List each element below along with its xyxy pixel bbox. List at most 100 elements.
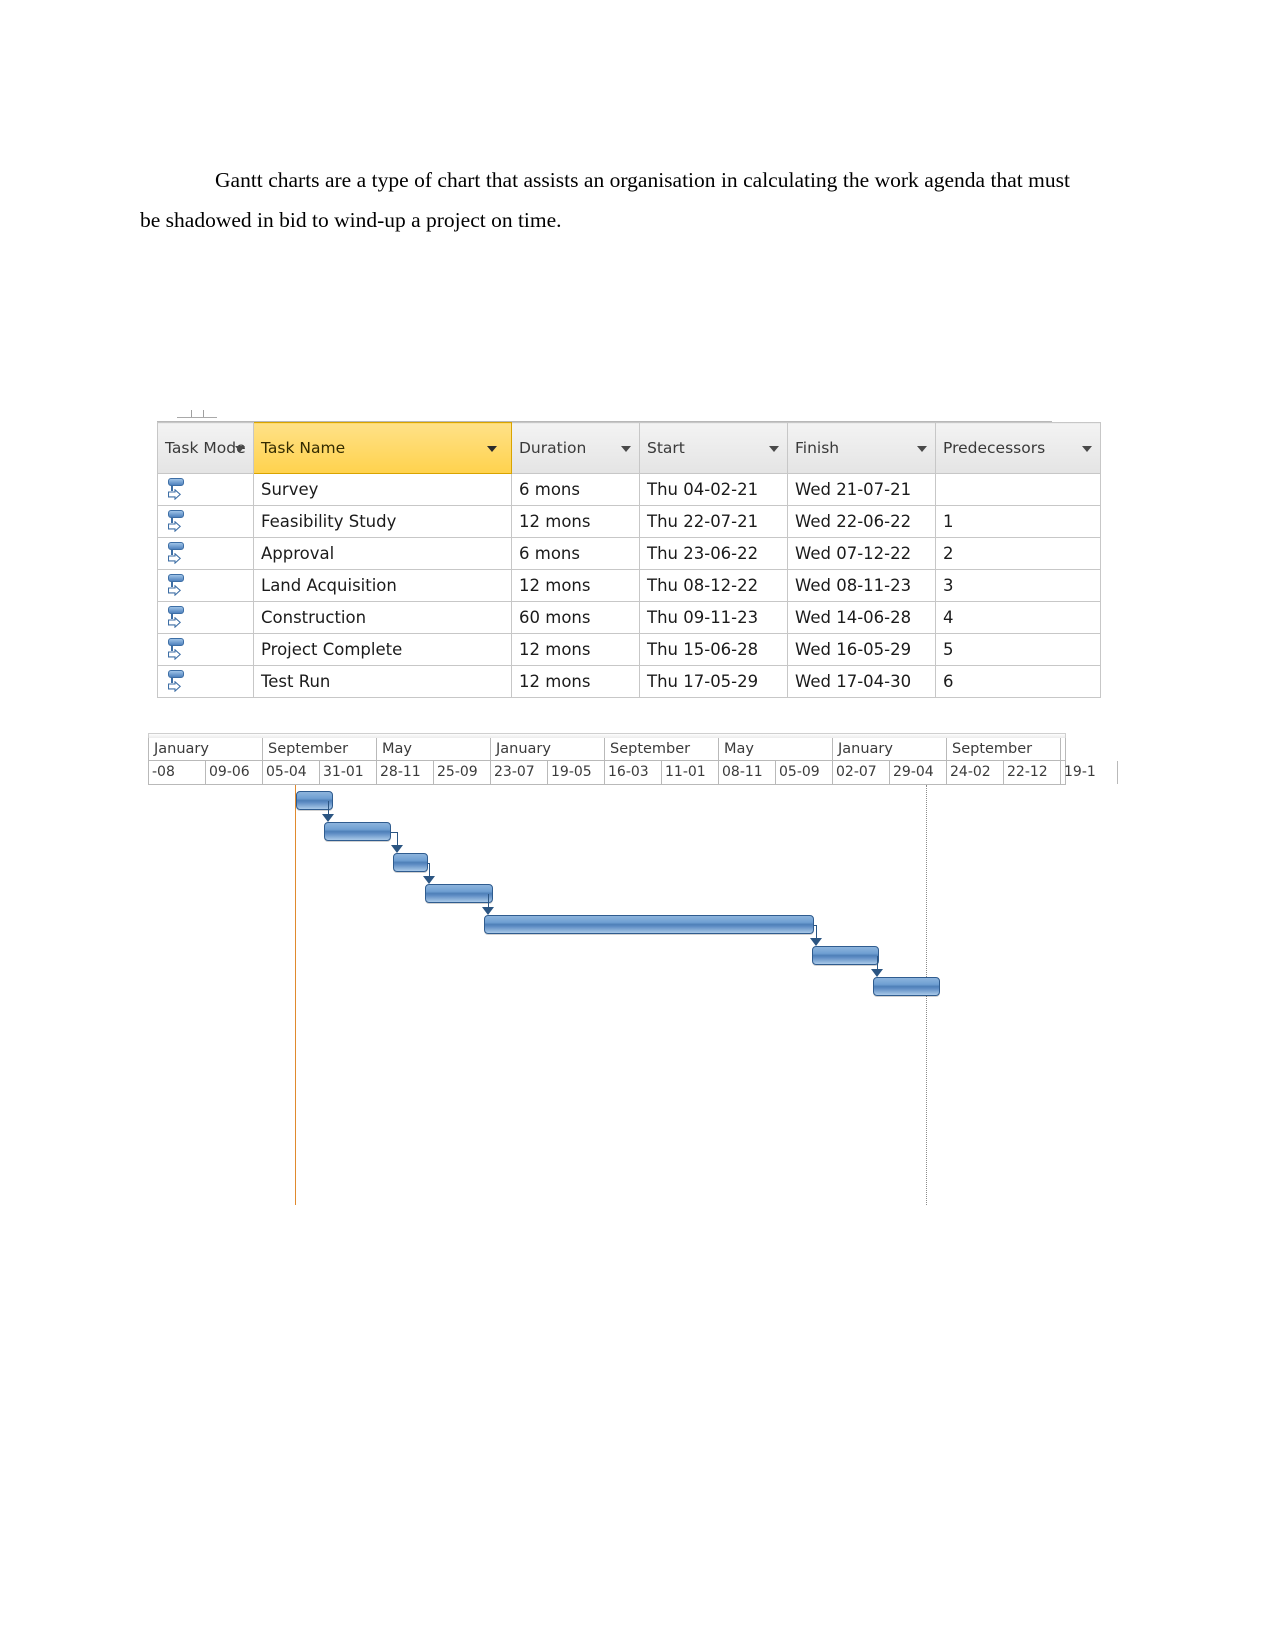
timeline-day-label: 16-03 [605, 761, 662, 784]
gantt-bar[interactable] [483, 915, 815, 934]
cell-finish[interactable]: Wed 16-05-29 [787, 633, 936, 666]
today-line [294, 785, 296, 1205]
cell-task-mode[interactable] [157, 569, 254, 602]
table-row[interactable]: Land Acquisition 12 mons Thu 08-12-22 Wed 0… [157, 569, 1101, 602]
cell-task-name[interactable]: Survey [253, 473, 512, 506]
dependency-arrow-icon [871, 969, 884, 977]
filter-dropdown-icon[interactable] [769, 446, 779, 452]
filter-dropdown-icon[interactable] [487, 446, 497, 452]
manual-schedule-icon[interactable] [166, 605, 192, 631]
cell-finish[interactable]: Wed 22-06-22 [787, 505, 936, 538]
gantt-bar[interactable] [393, 853, 428, 872]
table-ruler-strip [157, 409, 1052, 422]
cell-predecessors[interactable]: 2 [935, 537, 1101, 570]
gantt-bars-canvas [148, 785, 1066, 1205]
filter-dropdown-icon[interactable] [917, 446, 927, 452]
cell-predecessors[interactable]: 3 [935, 569, 1101, 602]
cell-start[interactable]: Thu 09-11-23 [639, 601, 788, 634]
cell-duration[interactable]: 12 mons [511, 569, 640, 602]
manual-schedule-icon[interactable] [166, 477, 192, 503]
timeline-month-label: January [149, 738, 263, 760]
cell-task-mode[interactable] [157, 473, 254, 506]
table-row[interactable]: Feasibility Study 12 mons Thu 22-07-21 Wed … [157, 505, 1101, 538]
table-row[interactable]: Survey 6 mons Thu 04-02-21 Wed 21-07-21 [157, 473, 1101, 506]
table-row[interactable]: Construction 60 mons Thu 09-11-23 Wed 14-06… [157, 601, 1101, 634]
cell-predecessors[interactable]: 4 [935, 601, 1101, 634]
cell-finish[interactable]: Wed 21-07-21 [787, 473, 936, 506]
gantt-bar[interactable] [324, 822, 392, 841]
gantt-bar[interactable] [873, 977, 941, 996]
cell-predecessors[interactable]: 5 [935, 633, 1101, 666]
cell-task-name[interactable]: Test Run [253, 665, 512, 698]
filter-dropdown-icon[interactable] [235, 446, 245, 452]
column-header-finish[interactable]: Finish [787, 422, 936, 474]
cell-start[interactable]: Thu 23-06-22 [639, 537, 788, 570]
timeline-month-label: September [947, 738, 1061, 760]
task-table-panel: Task Mode Task Name Duration Start Finis… [157, 409, 1101, 698]
cell-start[interactable]: Thu 17-05-29 [639, 665, 788, 698]
cell-task-name[interactable]: Project Complete [253, 633, 512, 666]
timeline-day-label: 02-07 [833, 761, 890, 784]
cell-start[interactable]: Thu 08-12-22 [639, 569, 788, 602]
table-row[interactable]: Project Complete 12 mons Thu 15-06-28 Wed 1… [157, 633, 1101, 666]
cell-finish[interactable]: Wed 07-12-22 [787, 537, 936, 570]
gantt-bar[interactable] [425, 884, 494, 903]
manual-schedule-icon[interactable] [166, 509, 192, 535]
gantt-timeline-header: January September May January September May Ja… [148, 738, 1118, 785]
cell-task-name[interactable]: Land Acquisition [253, 569, 512, 602]
column-header-label: Task Name [261, 439, 346, 457]
cell-predecessors[interactable] [935, 473, 1101, 506]
dependency-arrow-icon [391, 845, 404, 853]
table-row[interactable]: Test Run 12 mons Thu 17-05-29 Wed 17-04-30 6 [157, 665, 1101, 698]
cell-duration[interactable]: 60 mons [511, 601, 640, 634]
cell-predecessors[interactable]: 1 [935, 505, 1101, 538]
timeline-day-label: 25-09 [434, 761, 491, 784]
cell-task-mode[interactable] [157, 537, 254, 570]
cell-task-mode[interactable] [157, 601, 254, 634]
column-header-duration[interactable]: Duration [511, 422, 640, 474]
cell-duration[interactable]: 12 mons [511, 633, 640, 666]
timeline-day-label: -08 [149, 761, 206, 784]
intro-paragraph: Gantt charts are a type of chart that as… [140, 167, 1070, 232]
gantt-bar[interactable] [811, 946, 879, 965]
cell-duration[interactable]: 6 mons [511, 537, 640, 570]
timeline-month-label: January [491, 738, 605, 760]
cell-task-name[interactable]: Construction [253, 601, 512, 634]
cell-start[interactable]: Thu 15-06-28 [639, 633, 788, 666]
manual-schedule-icon[interactable] [166, 637, 192, 663]
column-header-task-mode[interactable]: Task Mode [157, 422, 254, 474]
cell-finish[interactable]: Wed 08-11-23 [787, 569, 936, 602]
filter-dropdown-icon[interactable] [1082, 446, 1092, 452]
cell-task-mode[interactable] [157, 505, 254, 538]
cell-duration[interactable]: 6 mons [511, 473, 640, 506]
column-header-label: Predecessors [943, 439, 1046, 457]
timeline-day-label: 05-09 [776, 761, 833, 784]
filter-dropdown-icon[interactable] [621, 446, 631, 452]
cell-task-mode[interactable] [157, 633, 254, 666]
dependency-arrow-icon [322, 814, 335, 822]
timeline-month-row: January September May January September May Ja… [149, 738, 1065, 761]
cell-duration[interactable]: 12 mons [511, 665, 640, 698]
column-header-task-name[interactable]: Task Name [253, 422, 512, 474]
cell-task-name[interactable]: Feasibility Study [253, 505, 512, 538]
manual-schedule-icon[interactable] [166, 573, 192, 599]
ruler-line [177, 417, 217, 418]
cell-start[interactable]: Thu 04-02-21 [639, 473, 788, 506]
cell-start[interactable]: Thu 22-07-21 [639, 505, 788, 538]
ruler-tick [191, 410, 192, 417]
cell-task-name[interactable]: Approval [253, 537, 512, 570]
ruler-tick [203, 410, 204, 417]
cell-finish[interactable]: Wed 14-06-28 [787, 601, 936, 634]
cell-predecessors[interactable]: 6 [935, 665, 1101, 698]
timeline-month-label: September [263, 738, 377, 760]
manual-schedule-icon[interactable] [166, 541, 192, 567]
manual-schedule-icon[interactable] [166, 669, 192, 695]
column-header-predecessors[interactable]: Predecessors [935, 422, 1101, 474]
column-header-label: Start [647, 439, 685, 457]
column-header-start[interactable]: Start [639, 422, 788, 474]
cell-duration[interactable]: 12 mons [511, 505, 640, 538]
table-row[interactable]: Approval 6 mons Thu 23-06-22 Wed 07-12-22 2 [157, 537, 1101, 570]
cell-task-mode[interactable] [157, 665, 254, 698]
timeline-month-label: January [833, 738, 947, 760]
cell-finish[interactable]: Wed 17-04-30 [787, 665, 936, 698]
